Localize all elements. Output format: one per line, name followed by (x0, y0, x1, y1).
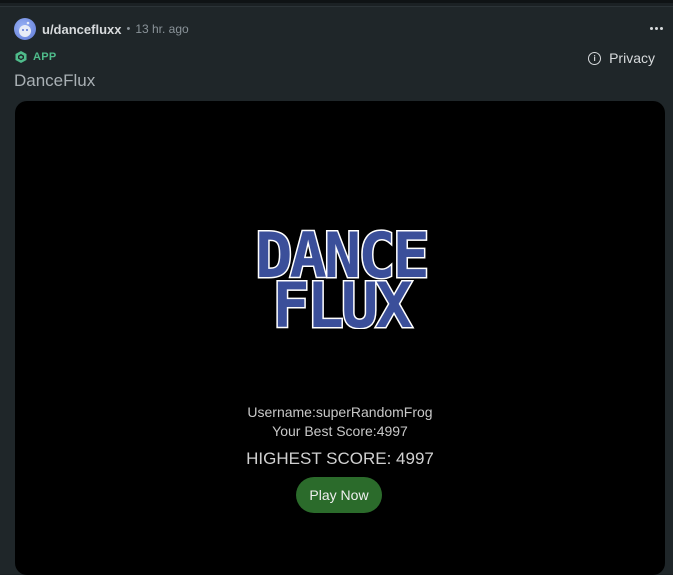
highest-score-label: HIGHEST SCORE: (246, 449, 392, 468)
info-icon: i (588, 51, 602, 65)
more-dot-icon (649, 26, 653, 30)
separator-dot: • (126, 23, 131, 35)
best-score-line: Your Best Score:4997 (15, 423, 665, 439)
username-value: superRandomFrog (315, 404, 433, 420)
top-divider (0, 0, 673, 3)
snoo-avatar-icon (19, 21, 31, 37)
logo-line-2: FLUX (272, 269, 412, 329)
username-line: Username:superRandomFrog (15, 404, 665, 420)
reddit-post-frame: u/dancefluxx • 13 hr. ago APP i Privacy … (0, 0, 673, 575)
app-badge: APP (14, 49, 57, 65)
post-time: 13 hr. ago (135, 22, 189, 36)
highest-score-line: HIGHEST SCORE: 4997 (15, 449, 665, 469)
post-title[interactable]: DanceFlux (14, 71, 95, 91)
best-score-label: Your Best Score: (272, 423, 377, 439)
username-label: Username: (247, 404, 316, 420)
more-dot-icon (654, 26, 658, 30)
highest-score-value: 4997 (396, 449, 434, 468)
post-card: u/dancefluxx • 13 hr. ago APP i Privacy … (0, 6, 673, 575)
best-score-value: 4997 (376, 423, 408, 439)
play-now-button[interactable]: Play Now (296, 477, 382, 513)
post-header: u/dancefluxx • 13 hr. ago (14, 17, 189, 41)
privacy-link[interactable]: i Privacy (588, 50, 655, 66)
post-author[interactable]: u/dancefluxx (42, 22, 121, 37)
hexagon-app-icon (15, 51, 27, 63)
more-dot-icon (659, 26, 663, 30)
more-options-button[interactable] (649, 19, 663, 37)
app-badge-label: APP (33, 51, 57, 63)
game-embed[interactable]: DANCE FLUX Username:superRandomFrog Your… (15, 101, 665, 575)
dance-flux-logo: DANCE FLUX (254, 219, 432, 329)
user-avatar[interactable] (14, 18, 36, 40)
privacy-label: Privacy (609, 50, 655, 66)
